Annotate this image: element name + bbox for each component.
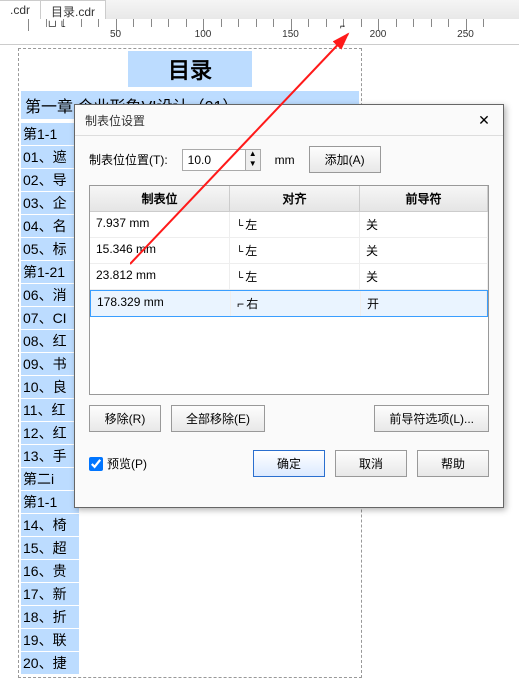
close-icon[interactable]: ✕ bbox=[475, 111, 493, 129]
tab-stops-table[interactable]: 制表位 对齐 前导符 7.937 mm└左关15.346 mm└左关23.812… bbox=[89, 185, 489, 395]
preview-label: 预览(P) bbox=[107, 455, 147, 472]
list-item: 第1-1 bbox=[21, 123, 79, 145]
preview-checkbox[interactable]: 预览(P) bbox=[89, 455, 147, 472]
list-item: 09、书 bbox=[21, 353, 79, 375]
list-item: 17、新 bbox=[21, 583, 79, 605]
remove-button[interactable]: 移除(R) bbox=[89, 405, 161, 432]
list-item: 20、捷 bbox=[21, 652, 79, 674]
table-row[interactable]: 15.346 mm└左关 bbox=[90, 238, 488, 264]
list-item: 08、红 bbox=[21, 330, 79, 352]
spinner-down-icon[interactable]: ▼ bbox=[246, 160, 260, 170]
ok-button[interactable]: 确定 bbox=[253, 450, 325, 477]
table-row[interactable]: 23.812 mm└左关 bbox=[90, 264, 488, 290]
list-item: 03、企 bbox=[21, 192, 79, 214]
list-item: 10、良 bbox=[21, 376, 79, 398]
list-item: 16、贵 bbox=[21, 560, 79, 582]
list-item: 第1-21 bbox=[21, 261, 79, 283]
list-item: 01、遮 bbox=[21, 146, 79, 168]
unit-label: mm bbox=[275, 153, 295, 167]
list-item: 第1-1 bbox=[21, 491, 79, 513]
tab-position-input[interactable] bbox=[183, 150, 245, 170]
remove-all-button[interactable]: 全部移除(E) bbox=[171, 405, 265, 432]
list-item: 12、红 bbox=[21, 422, 79, 444]
list-item: 19、联 bbox=[21, 629, 79, 651]
page-title: 目录 bbox=[128, 51, 252, 87]
spinner-up-icon[interactable]: ▲ bbox=[246, 150, 260, 160]
list-item: 02、导 bbox=[21, 169, 79, 191]
list-item: 06、消 bbox=[21, 284, 79, 306]
preview-checkbox-input[interactable] bbox=[89, 457, 103, 471]
list-item: 11、红 bbox=[21, 399, 79, 421]
add-button[interactable]: 添加(A) bbox=[309, 146, 381, 173]
list-item: 07、CI bbox=[21, 307, 79, 329]
list-item: 13、手 bbox=[21, 445, 79, 467]
list-item: 04、名 bbox=[21, 215, 79, 237]
list-item: 14、椅 bbox=[21, 514, 79, 536]
list-item: 18、折 bbox=[21, 606, 79, 628]
tab-doc-2[interactable]: 目录.cdr bbox=[41, 0, 106, 19]
list-item: 15、超 bbox=[21, 537, 79, 559]
column-header-align: 对齐 bbox=[230, 186, 360, 211]
dialog-title: 制表位设置 bbox=[85, 112, 145, 129]
tab-settings-dialog: 制表位设置 ✕ 制表位位置(T): ▲ ▼ mm 添加(A) 制表位 对齐 前导… bbox=[74, 104, 504, 508]
help-button[interactable]: 帮助 bbox=[417, 450, 489, 477]
cancel-button[interactable]: 取消 bbox=[335, 450, 407, 477]
document-tabs: .cdr 目录.cdr bbox=[0, 0, 519, 20]
list-item: 第二i bbox=[21, 468, 79, 490]
tab-position-label: 制表位位置(T): bbox=[89, 151, 168, 168]
list-item: 05、标 bbox=[21, 238, 79, 260]
tab-doc-1[interactable]: .cdr bbox=[0, 0, 41, 19]
leader-options-button[interactable]: 前导符选项(L)... bbox=[374, 405, 489, 432]
tab-position-spinner[interactable]: ▲ ▼ bbox=[182, 149, 261, 171]
table-row[interactable]: 178.329 mm⌐右开 bbox=[90, 290, 488, 317]
ruler[interactable]: 50100150200250⌐└┘└ bbox=[0, 19, 519, 45]
table-row[interactable]: 7.937 mm└左关 bbox=[90, 212, 488, 238]
column-header-leader: 前导符 bbox=[360, 186, 488, 211]
column-header-position: 制表位 bbox=[90, 186, 230, 211]
